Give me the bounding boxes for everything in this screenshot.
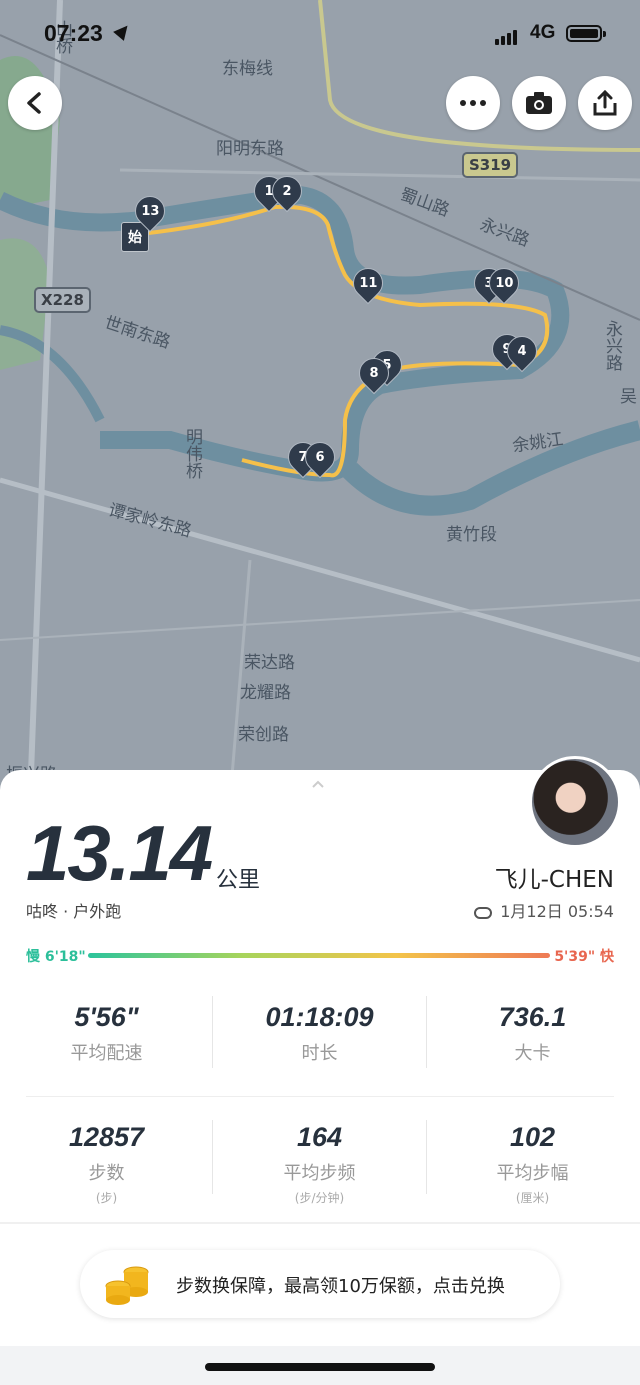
- chevron-up-icon[interactable]: [312, 780, 324, 788]
- road-tag: S319: [462, 152, 519, 178]
- map-label: 阳明东路: [216, 139, 284, 159]
- activity-source: 咕咚 · 户外跑: [26, 902, 122, 921]
- activity-date: 1月12日 05:54: [500, 902, 614, 921]
- more-button[interactable]: [446, 76, 500, 130]
- stat-label: 大卡: [514, 1043, 551, 1064]
- map-label: 明伟桥: [182, 428, 202, 479]
- distance-unit: 公里: [216, 868, 261, 893]
- chevron-left-icon: [27, 92, 41, 114]
- stat-value: 102: [509, 1122, 556, 1152]
- stat-unit: (步): [95, 1191, 118, 1205]
- stat-steps: 12857 步数 (步): [0, 1122, 213, 1206]
- stat-label: 时长: [301, 1043, 338, 1064]
- divider: [212, 996, 213, 1068]
- stat-label: 平均步频: [283, 1163, 356, 1184]
- coins-icon: [105, 1266, 149, 1305]
- stat-calories: 736.1 大卡: [426, 1002, 639, 1065]
- stat-label: 平均配速: [70, 1043, 143, 1064]
- map-label: 黄竹段: [446, 525, 497, 545]
- avatar[interactable]: [529, 756, 621, 848]
- river-path: [0, 185, 570, 482]
- stat-value: 736.1: [498, 1002, 567, 1032]
- username[interactable]: 飞儿-CHEN: [495, 860, 614, 894]
- location-arrow-icon: [113, 21, 133, 41]
- stat-cadence: 164 平均步频 (步/分钟): [213, 1122, 426, 1206]
- stat-stride: 102 平均步幅 (厘米): [426, 1122, 639, 1206]
- status-bar: 07:23 4G: [0, 0, 640, 70]
- road: [119, 168, 640, 182]
- activity-datetime: 1月12日 05:54: [474, 898, 614, 922]
- divider: [212, 1120, 213, 1194]
- stat-unit: (步/分钟): [294, 1191, 345, 1205]
- stat-unit: (厘米): [515, 1191, 550, 1205]
- more-icon: [460, 100, 486, 106]
- stat-value: 12857: [68, 1122, 145, 1152]
- share-button[interactable]: [578, 76, 632, 130]
- road-tag: X228: [34, 287, 91, 313]
- divider: [0, 1222, 640, 1224]
- promo-text: 步数换保障，最高领10万保额，点击兑换: [176, 1276, 505, 1297]
- stat-value: 5'56": [74, 1002, 139, 1032]
- distance-value: 13.14: [26, 809, 213, 897]
- map-label: 荣达路: [244, 653, 295, 673]
- map-label: 龙耀路: [240, 683, 291, 703]
- home-indicator[interactable]: [205, 1363, 435, 1371]
- map-label: 吴: [620, 387, 637, 407]
- camera-icon: [526, 92, 552, 114]
- signal-icon: [495, 26, 519, 45]
- divider: [426, 996, 427, 1068]
- stat-value: 01:18:09: [265, 1002, 374, 1032]
- stat-label: 步数: [88, 1163, 125, 1184]
- pace-fast-label: 5'39" 快: [554, 949, 614, 965]
- battery-icon: [566, 25, 606, 42]
- stat-avg-pace: 5'56" 平均配速: [0, 1002, 213, 1065]
- share-icon: [593, 89, 617, 116]
- pace-slow-label: 慢 6'18": [26, 949, 86, 965]
- promo-banner[interactable]: 步数换保障，最高领10万保额，点击兑换: [80, 1250, 560, 1318]
- weather-cloud-icon: [474, 906, 493, 919]
- pace-gradient-bar: [88, 953, 550, 958]
- river-path: [342, 420, 640, 516]
- network-type: 4G: [530, 22, 556, 43]
- divider: [426, 1120, 427, 1194]
- divider: [26, 1096, 614, 1097]
- map-label: 荣创路: [238, 725, 289, 745]
- stat-duration: 01:18:09 时长: [213, 1002, 426, 1065]
- stat-value: 164: [296, 1122, 343, 1152]
- back-button[interactable]: [8, 76, 62, 130]
- status-time: 07:23: [44, 20, 103, 46]
- camera-button[interactable]: [512, 76, 566, 130]
- stat-label: 平均步幅: [496, 1163, 569, 1184]
- map-label: 永兴路: [602, 320, 622, 371]
